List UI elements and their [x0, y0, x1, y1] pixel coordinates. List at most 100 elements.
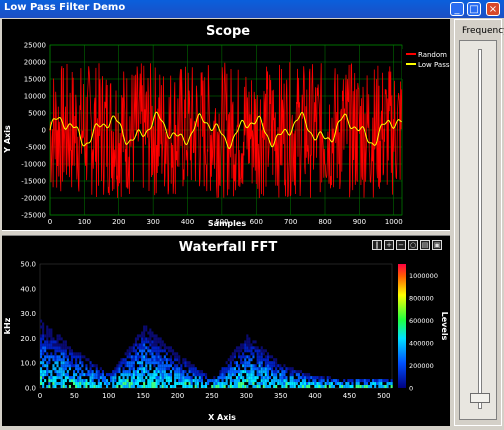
- fft-cell: [238, 349, 241, 353]
- scope-chart[interactable]: Scope Y Axis Samples 25000 20000 15000 1000…: [2, 19, 450, 230]
- fft-cell: [157, 379, 160, 383]
- fft-cell: [62, 370, 65, 374]
- fft-cell: [246, 370, 249, 374]
- fft-cell: [207, 382, 210, 385]
- fft-cell: [190, 364, 193, 368]
- fft-cell: [161, 379, 164, 383]
- print-icon[interactable]: ▤: [420, 240, 430, 250]
- fft-cell: [139, 376, 142, 380]
- fft-cell: [248, 376, 251, 380]
- fft-cell: [62, 385, 65, 388]
- fft-cell: [244, 346, 247, 350]
- fft-cell: [268, 367, 271, 371]
- fft-cell: [248, 355, 251, 359]
- fft-cell: [281, 385, 284, 388]
- fft-cell: [159, 358, 162, 362]
- fft-cell: [357, 385, 360, 388]
- fft-cell: [382, 379, 385, 383]
- fft-cell: [297, 370, 300, 374]
- scope-x-tick: 500: [215, 218, 228, 226]
- fft-cell: [355, 382, 358, 385]
- fft-cell: [75, 355, 78, 359]
- fft-cell: [97, 379, 100, 383]
- fft-cell: [99, 376, 102, 380]
- fft-cell: [153, 373, 156, 377]
- fft-cell: [314, 379, 317, 383]
- pause-icon[interactable]: ‖: [372, 240, 382, 250]
- fft-cell: [165, 376, 168, 380]
- fft-cell: [48, 328, 51, 332]
- fft-cell: [240, 346, 243, 350]
- fft-cell: [79, 367, 82, 371]
- fft-cell: [217, 376, 220, 380]
- fft-cell: [114, 379, 117, 383]
- frequency-slider-thumb[interactable]: [470, 393, 490, 403]
- fft-cell: [64, 376, 67, 380]
- fft-cell: [217, 379, 220, 383]
- zoom-reset-icon[interactable]: ○: [408, 240, 418, 250]
- fft-cell: [227, 385, 230, 388]
- fft-cell: [250, 382, 253, 385]
- fft-cell: [328, 376, 331, 380]
- fft-cell: [192, 370, 195, 374]
- fft-cell: [275, 373, 278, 377]
- fft-cell: [229, 379, 232, 383]
- fft-cell: [40, 382, 43, 385]
- fft-cell: [130, 361, 133, 365]
- fft-cell: [132, 382, 135, 385]
- fft-cell: [167, 379, 170, 383]
- fft-cell: [246, 379, 249, 383]
- fft-cell: [145, 364, 148, 368]
- fft-cell: [271, 373, 274, 377]
- fft-cell: [141, 355, 144, 359]
- fft-cell: [46, 331, 49, 335]
- fft-cell: [103, 379, 106, 383]
- save-icon[interactable]: ▣: [432, 240, 442, 250]
- fft-cell: [248, 373, 251, 377]
- fft-cell: [240, 358, 243, 362]
- fft-cell: [246, 376, 249, 380]
- fft-cell: [295, 370, 298, 374]
- fft-cell: [159, 340, 162, 344]
- frequency-slider-track[interactable]: [478, 49, 482, 409]
- fft-cell: [153, 355, 156, 359]
- fft-cell: [56, 334, 59, 338]
- fft-cell: [151, 379, 154, 383]
- fft-chart[interactable]: Waterfall FFT kHz X Axis 50.0 40.0 30.0 20.…: [2, 236, 450, 426]
- fft-cell: [264, 379, 267, 383]
- fft-cell: [54, 352, 57, 356]
- fft-cell: [95, 373, 98, 377]
- fft-cell: [83, 379, 86, 383]
- fft-cell: [151, 373, 154, 377]
- maximize-button[interactable]: □: [467, 2, 481, 16]
- fft-cell: [180, 382, 183, 385]
- fft-cell: [73, 373, 76, 377]
- fft-cell: [165, 385, 168, 388]
- fft-cell: [273, 373, 276, 377]
- fft-cell: [48, 340, 51, 344]
- fft-cell: [155, 334, 158, 338]
- fft-cell: [163, 343, 166, 347]
- title-bar[interactable]: Low Pass Filter Demo _ □ ×: [0, 0, 504, 18]
- fft-cell: [248, 382, 251, 385]
- fft-cell: [244, 364, 247, 368]
- fft-cell: [260, 364, 263, 368]
- fft-cell: [149, 349, 152, 353]
- minimize-button[interactable]: _: [450, 2, 464, 16]
- fft-cell: [200, 385, 203, 388]
- fft-cell: [153, 358, 156, 362]
- close-button[interactable]: ×: [486, 2, 500, 16]
- fft-cell: [297, 385, 300, 388]
- fft-cell: [159, 349, 162, 353]
- fft-cell: [56, 382, 59, 385]
- zoom-in-icon[interactable]: +: [384, 240, 394, 250]
- fft-cell: [221, 382, 224, 385]
- zoom-out-icon[interactable]: −: [396, 240, 406, 250]
- fft-cell: [260, 352, 263, 356]
- fft-cell: [184, 376, 187, 380]
- fft-cell: [324, 385, 327, 388]
- fft-cell: [120, 382, 123, 385]
- fft-cell: [89, 385, 92, 388]
- fft-cell: [221, 385, 224, 388]
- fft-cell: [64, 352, 67, 356]
